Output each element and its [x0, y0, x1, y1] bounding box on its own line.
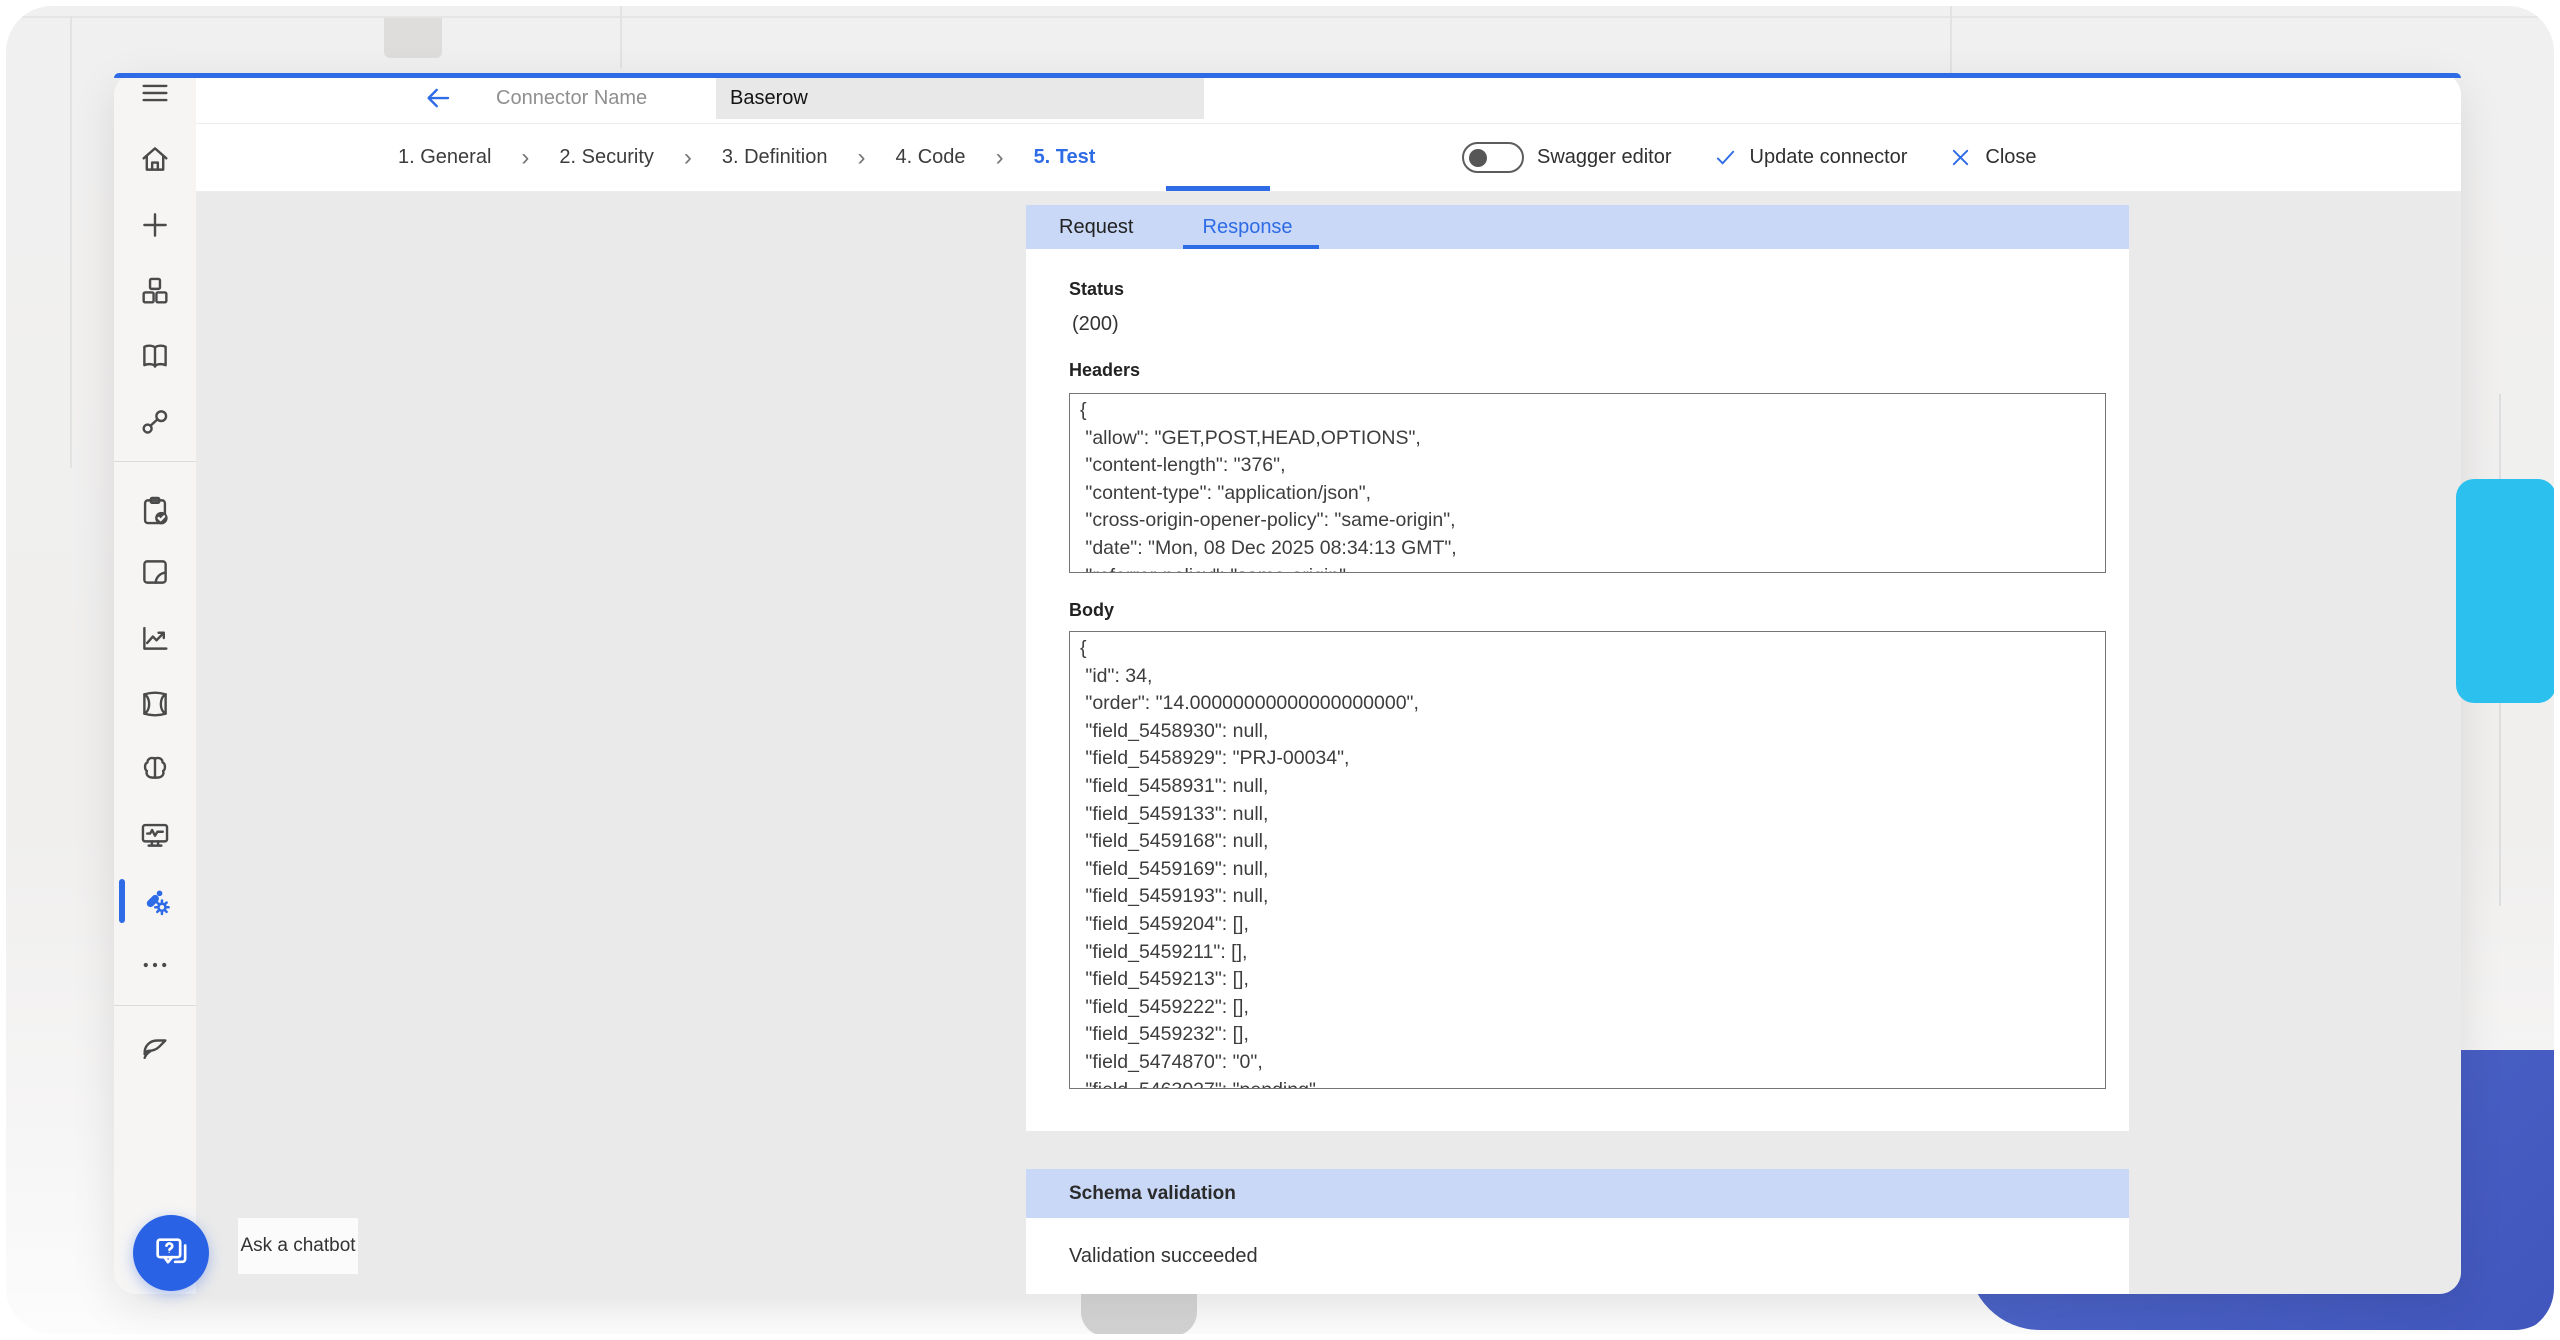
back-button[interactable] [422, 83, 456, 115]
chevron-right-icon: › [858, 144, 866, 172]
connector-wizard-window: Connector Name 1. General› 2. Security› … [114, 73, 2461, 1294]
sidebar-item-learn[interactable] [138, 339, 172, 373]
document-fold-icon [138, 555, 172, 589]
sidebar-divider [114, 1005, 196, 1006]
desktop-background: Connector Name 1. General› 2. Security› … [6, 6, 2554, 1334]
sidebar-item-power-platform[interactable] [138, 1032, 172, 1066]
active-step-underline [1166, 186, 1270, 191]
sidebar-item-ai-hub[interactable] [138, 752, 172, 786]
plus-icon [138, 208, 172, 242]
clipboard-check-icon [138, 494, 172, 528]
sidebar-item-approvals[interactable] [138, 494, 172, 528]
sidebar-item-monitor[interactable] [138, 818, 172, 852]
chatbot-button[interactable] [133, 1215, 209, 1291]
body-label: Body [1069, 600, 1114, 621]
connector-name-input[interactable] [716, 78, 1204, 119]
swagger-editor-toggle[interactable] [1462, 142, 1524, 173]
step-general[interactable]: 1. General [398, 146, 491, 169]
status-label: Status [1069, 279, 1124, 300]
update-connector-button[interactable]: Update connector [1714, 146, 1908, 169]
update-connector-label: Update connector [1750, 146, 1908, 169]
toolbar-actions: Swagger editor Update connector Close [1462, 124, 2037, 191]
body-textarea[interactable]: { "id": 34, "order": "14.000000000000000… [1069, 631, 2106, 1089]
status-value: (200) [1072, 313, 1119, 336]
toggle-knob [1469, 149, 1487, 167]
link-nodes-icon [138, 405, 172, 439]
close-x-icon [1949, 146, 1972, 169]
chat-question-icon [151, 1233, 191, 1273]
close-label: Close [1985, 146, 2036, 169]
chatbot-tooltip: Ask a chatbot [238, 1218, 358, 1274]
request-response-tabbar: Request Response [1026, 205, 2129, 249]
sidebar-item-home[interactable] [138, 142, 172, 176]
step-security[interactable]: 2. Security [559, 146, 653, 169]
brain-icon [138, 752, 172, 786]
active-tab-underline [1183, 245, 1319, 249]
sidebar-item-more[interactable] [138, 948, 172, 982]
trend-chart-icon [138, 621, 172, 655]
back-arrow-icon [422, 83, 454, 113]
tab-request[interactable]: Request [1059, 216, 1134, 239]
tab-response[interactable]: Response [1203, 216, 1293, 239]
power-platform-swoosh-icon [138, 1032, 172, 1066]
test-result-panel: Request Response Status (200) Headers { … [1026, 205, 2129, 1131]
step-definition[interactable]: 3. Definition [722, 146, 828, 169]
schema-validation-result: Validation succeeded [1026, 1218, 2129, 1294]
sidebar-item-apps[interactable] [138, 274, 172, 308]
bowtie-icon [138, 687, 172, 721]
menu-icon [138, 76, 172, 110]
ellipsis-icon [138, 948, 172, 982]
schema-validation-header: Schema validation [1026, 1169, 2129, 1218]
swagger-editor-label: Swagger editor [1537, 146, 1672, 169]
bg-vertical-line-top [620, 6, 622, 68]
wizard-step-bar: 1. General› 2. Security› 3. Definition› … [196, 124, 2461, 192]
step-test[interactable]: 5. Test [1034, 146, 1096, 169]
chevron-right-icon: › [996, 144, 1004, 172]
bg-cyan-shape [2456, 479, 2554, 703]
window-top-accent [114, 73, 2461, 78]
close-button[interactable]: Close [1949, 146, 2036, 169]
left-navigation-sidebar [114, 73, 196, 1294]
headers-textarea[interactable]: { "allow": "GET,POST,HEAD,OPTIONS", "con… [1069, 393, 2106, 573]
sidebar-item-analytics[interactable] [138, 621, 172, 655]
chevron-right-icon: › [684, 144, 692, 172]
sidebar-item-custom-connectors[interactable] [138, 884, 172, 918]
monitor-pulse-icon [138, 818, 172, 852]
connector-name-label: Connector Name [496, 73, 647, 123]
plug-gear-icon [138, 884, 172, 918]
wizard-steps: 1. General› 2. Security› 3. Definition› … [398, 124, 1095, 191]
window-title-bar: Connector Name [196, 73, 2461, 124]
checkmark-icon [1714, 146, 1737, 169]
sidebar-item-menu[interactable] [138, 76, 172, 110]
stacked-cubes-icon [138, 274, 172, 308]
step-code[interactable]: 4. Code [896, 146, 966, 169]
bg-vertical-line-left [70, 16, 72, 468]
home-icon [138, 142, 172, 176]
swagger-editor-toggle-group[interactable]: Swagger editor [1462, 142, 1672, 173]
sidebar-item-process-mining[interactable] [138, 687, 172, 721]
chevron-right-icon: › [521, 144, 529, 172]
sidebar-item-create[interactable] [138, 208, 172, 242]
sidebar-item-connections[interactable] [138, 405, 172, 439]
active-item-indicator [119, 879, 125, 923]
open-book-icon [138, 339, 172, 373]
headers-label: Headers [1069, 360, 1140, 381]
sidebar-divider [114, 461, 196, 462]
sidebar-item-solutions[interactable] [138, 555, 172, 589]
bg-grey-tab-top [384, 18, 442, 58]
